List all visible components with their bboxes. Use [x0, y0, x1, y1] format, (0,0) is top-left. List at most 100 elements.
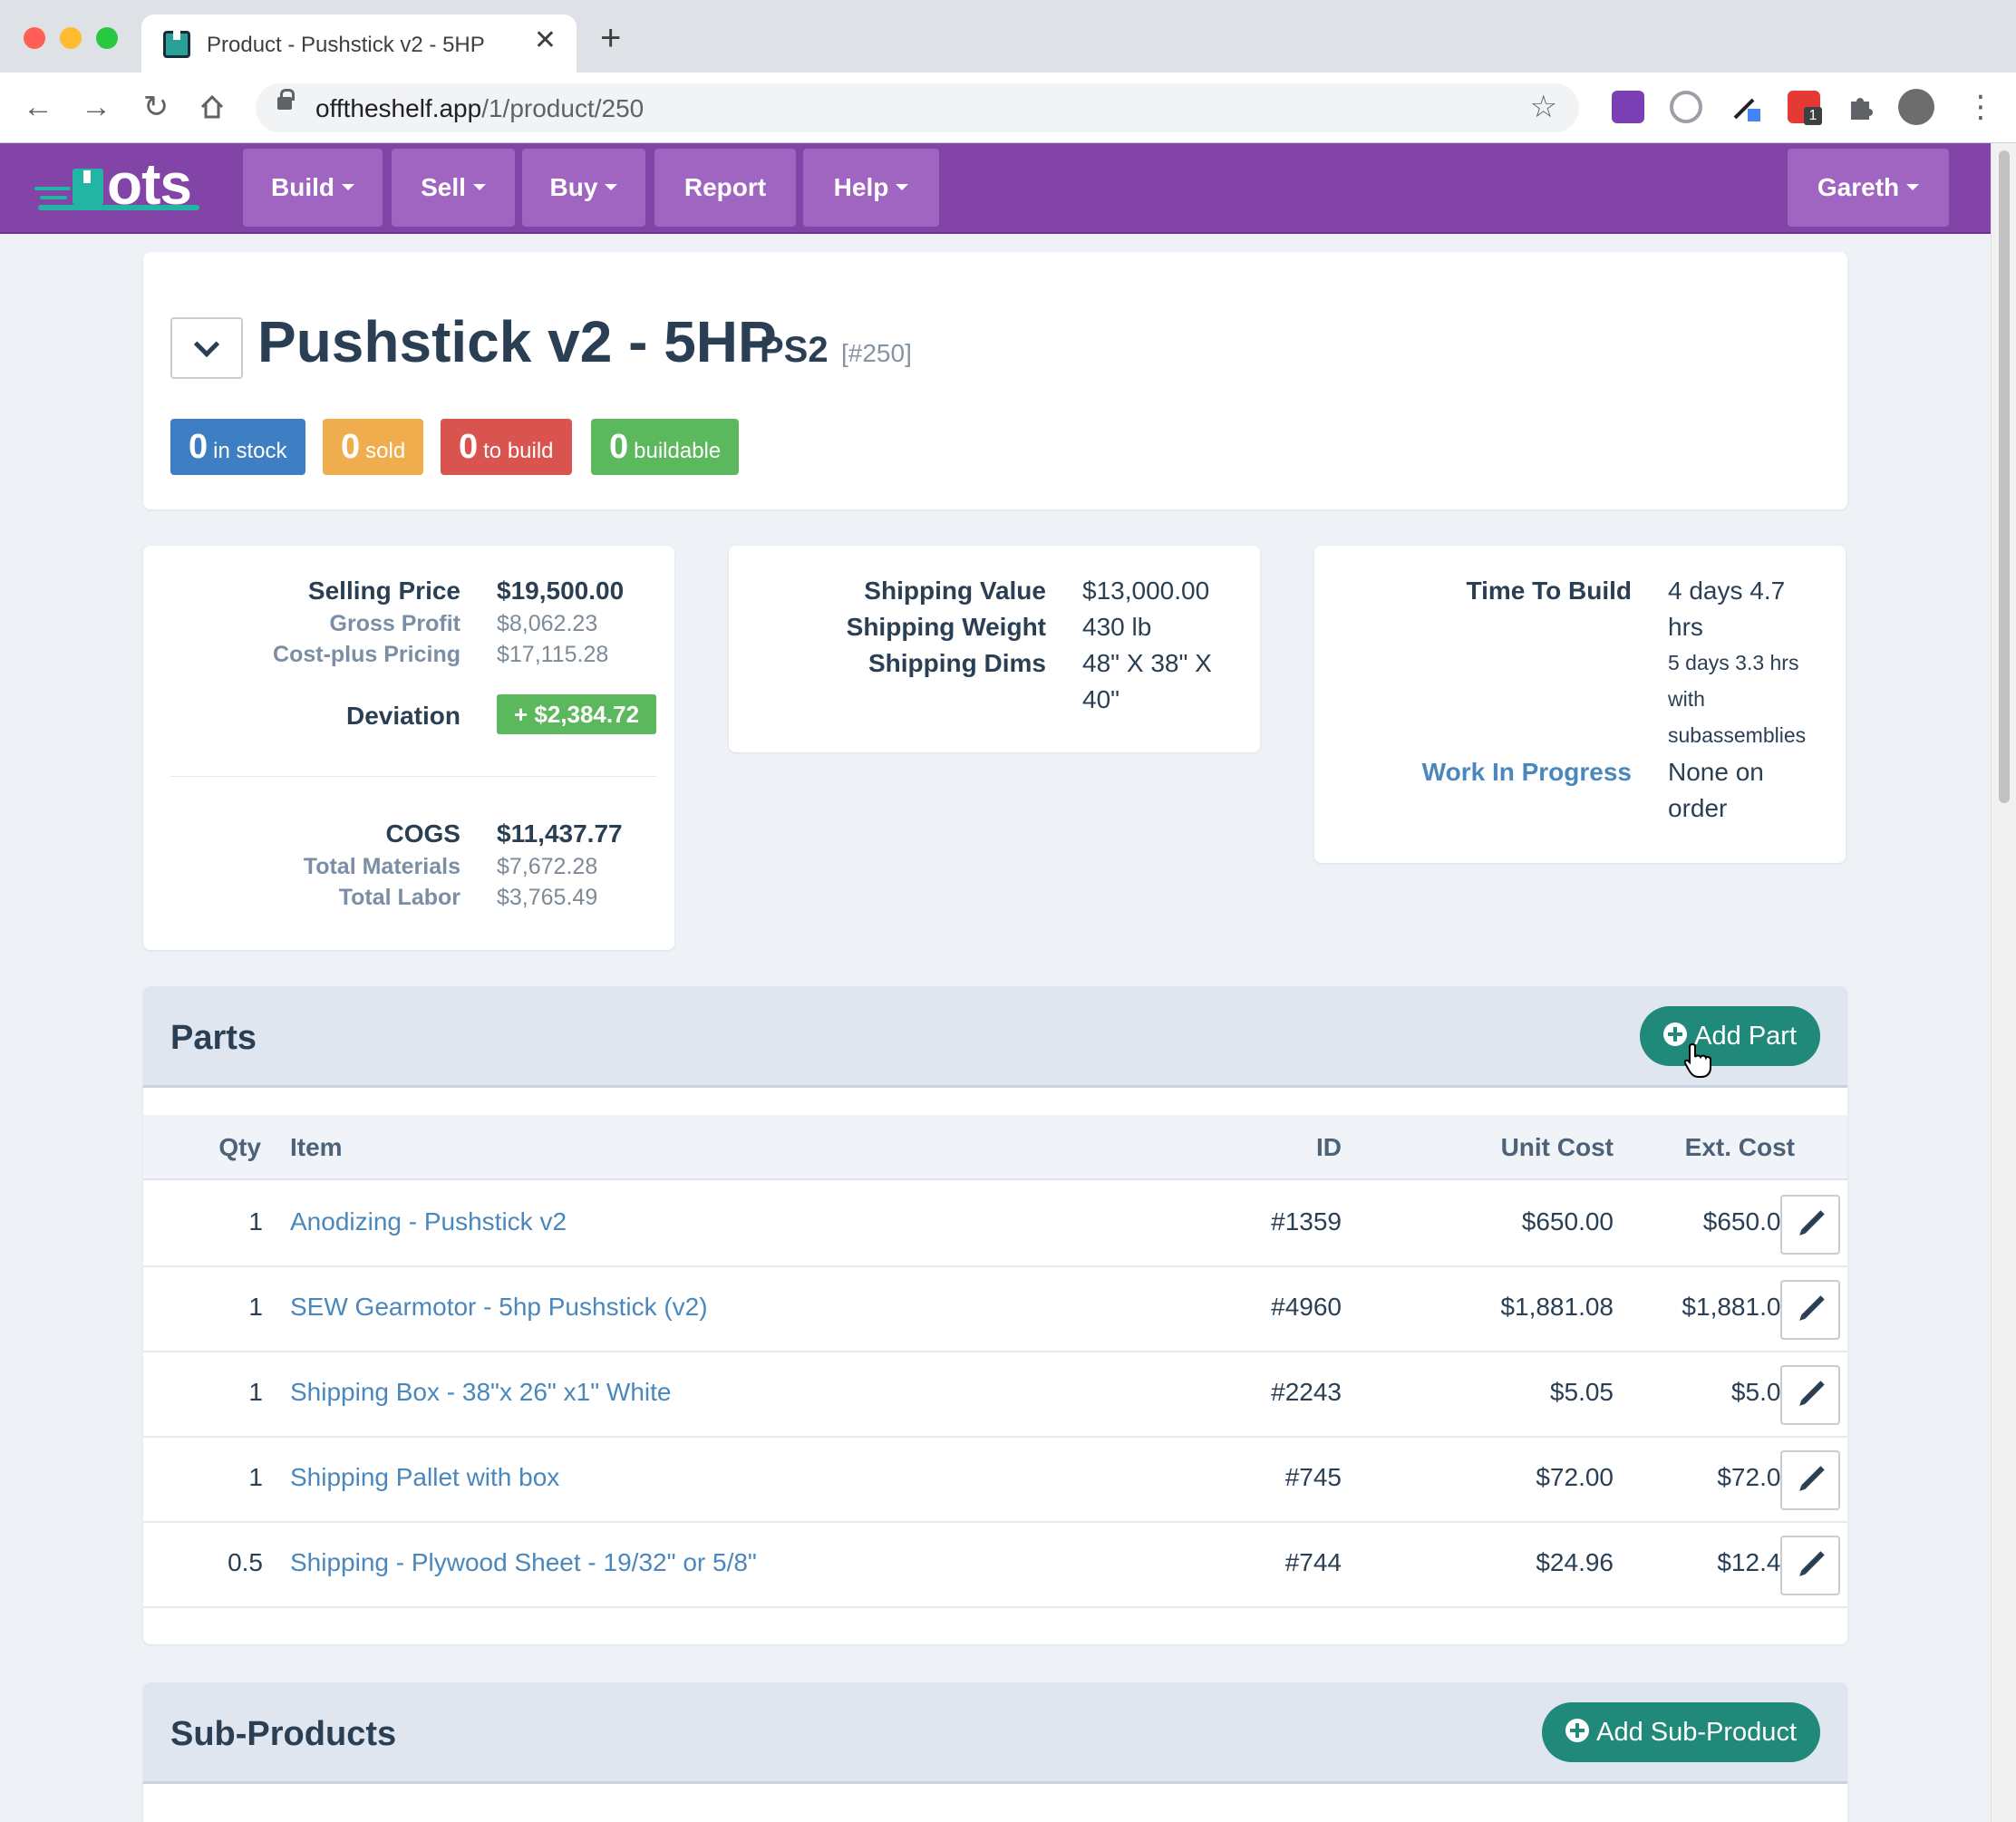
extension-circle-icon[interactable]: [1670, 91, 1702, 123]
product-sku: PS2: [760, 330, 829, 370]
cost-plus-value: $17,115.28: [497, 642, 609, 667]
add-subproduct-button[interactable]: Add Sub-Product: [1542, 1702, 1820, 1762]
nav-help-menu[interactable]: Help: [803, 149, 939, 227]
row-item-link[interactable]: Shipping Pallet with box: [290, 1463, 559, 1492]
edit-part-button[interactable]: [1780, 1280, 1840, 1340]
col-ext-cost[interactable]: Ext. Cost: [1685, 1133, 1795, 1162]
favicon-icon: [163, 31, 190, 58]
url-text: offtheshelf.app/1/product/250: [315, 94, 645, 122]
table-row: 1 Anodizing - Pushstick v2 #1359 $650.00…: [143, 1182, 1847, 1267]
caret-down-icon: [605, 184, 618, 191]
row-qty: 0.5: [228, 1548, 263, 1576]
nav-report-link[interactable]: Report: [654, 149, 796, 227]
reload-icon[interactable]: ↻: [136, 89, 176, 125]
row-item-link[interactable]: Shipping - Plywood Sheet - 19/32" or 5/8…: [290, 1548, 757, 1577]
pencil-icon: [1801, 1295, 1825, 1319]
row-id: #744: [1284, 1548, 1342, 1576]
browser-tab[interactable]: Product - Pushstick v2 - 5HP ✕: [141, 15, 577, 73]
table-row: 1 Shipping Box - 38"x 26" x1" White #224…: [143, 1352, 1847, 1438]
nav-buy-menu[interactable]: Buy: [522, 149, 645, 227]
col-unit-cost[interactable]: Unit Cost: [1501, 1133, 1614, 1162]
nav-sell-menu[interactable]: Sell: [392, 149, 515, 227]
pencil-icon: [1801, 1551, 1825, 1575]
row-unit-cost: $72.00: [1536, 1463, 1614, 1491]
page-scrollbar[interactable]: [1991, 143, 2016, 1822]
product-id: [#250]: [841, 339, 912, 367]
nav-build-menu[interactable]: Build: [243, 149, 383, 227]
time-to-build-value: 4 days 4.7: [1668, 577, 1786, 605]
row-id: #2243: [1271, 1378, 1342, 1406]
browser-menu-icon[interactable]: ⋮: [1965, 91, 1996, 123]
time-to-build-label: Time To Build: [1466, 577, 1632, 605]
lock-icon: [277, 89, 295, 110]
gross-profit-value: $8,062.23: [497, 611, 598, 636]
row-item-link[interactable]: SEW Gearmotor - 5hp Pushstick (v2): [290, 1293, 708, 1322]
extension-badge-count: 1: [1804, 107, 1822, 125]
shipping-card: Shipping Value $13,000.00 Shipping Weigh…: [729, 546, 1260, 752]
pencil-icon: [1801, 1210, 1825, 1234]
cogs-value: $11,437.77: [497, 819, 623, 848]
extensions-puzzle-icon[interactable]: [1844, 91, 1876, 123]
shipping-weight-label: Shipping Weight: [846, 613, 1046, 641]
shipping-dims-value-cont: 40": [1082, 685, 1120, 713]
bookmark-star-icon[interactable]: ☆: [1530, 89, 1557, 125]
minimize-window-button[interactable]: [60, 27, 82, 49]
col-item[interactable]: Item: [290, 1133, 343, 1162]
forward-icon[interactable]: →: [76, 89, 116, 125]
subproducts-title: Sub-Products: [170, 1715, 397, 1753]
edit-part-button[interactable]: [1780, 1195, 1840, 1255]
home-icon[interactable]: [192, 89, 232, 129]
tab-title: Product - Pushstick v2 - 5HP: [207, 33, 485, 57]
tab-close-icon[interactable]: ✕: [534, 27, 557, 54]
build-time-card: Time To Build 4 days 4.7 hrs 5 days 3.3 …: [1314, 546, 1846, 863]
edit-part-button[interactable]: [1780, 1365, 1840, 1425]
extension-badge-icon[interactable]: 1: [1788, 91, 1822, 125]
table-row: 1 SEW Gearmotor - 5hp Pushstick (v2) #49…: [143, 1267, 1847, 1352]
shipping-dims-label: Shipping Dims: [868, 649, 1046, 677]
work-in-progress-link[interactable]: Work In Progress: [1422, 758, 1632, 787]
in-stock-badge[interactable]: 0 in stock: [170, 419, 305, 475]
eyedropper-extension-icon[interactable]: [1730, 91, 1762, 123]
row-qty: 1: [248, 1293, 263, 1321]
close-window-button[interactable]: [24, 27, 45, 49]
edit-part-button[interactable]: [1780, 1450, 1840, 1510]
parts-title: Parts: [170, 1019, 257, 1057]
collapse-toggle-button[interactable]: [170, 317, 243, 379]
caret-down-icon: [896, 184, 909, 191]
col-qty[interactable]: Qty: [218, 1133, 261, 1162]
add-part-button[interactable]: Add Part: [1640, 1006, 1820, 1066]
shipping-value: $13,000.00: [1082, 577, 1210, 605]
selling-price-label: Selling Price: [307, 577, 460, 605]
pencil-icon: [1801, 1381, 1825, 1404]
url-input[interactable]: offtheshelf.app/1/product/250 ☆: [256, 83, 1579, 132]
app-navbar: ots Build Sell Buy Report Help Gareth: [0, 143, 1991, 234]
maximize-window-button[interactable]: [96, 27, 118, 49]
row-item-link[interactable]: Anodizing - Pushstick v2: [290, 1207, 567, 1236]
subassembly-time-cont2: subassemblies: [1668, 723, 1807, 747]
back-icon[interactable]: ←: [18, 89, 58, 125]
gross-profit-label: Gross Profit: [329, 611, 460, 636]
edit-part-button[interactable]: [1780, 1536, 1840, 1595]
sold-badge[interactable]: 0 sold: [323, 419, 424, 475]
scrollbar-thumb[interactable]: [1999, 150, 2010, 803]
user-menu[interactable]: Gareth: [1788, 149, 1949, 227]
onenote-extension-icon[interactable]: [1612, 91, 1644, 123]
ots-logo[interactable]: ots: [34, 151, 207, 223]
browser-tab-strip: Product - Pushstick v2 - 5HP ✕ +: [0, 0, 2016, 73]
subproducts-panel: Sub-Products Add Sub-Product: [143, 1682, 1847, 1822]
row-item-link[interactable]: Shipping Box - 38"x 26" x1" White: [290, 1378, 671, 1407]
work-in-progress-value: None on: [1668, 758, 1764, 786]
work-in-progress-value-cont: order: [1668, 794, 1728, 822]
new-tab-button[interactable]: +: [600, 20, 621, 56]
row-qty: 1: [248, 1378, 263, 1406]
buildable-badge[interactable]: 0 buildable: [591, 419, 740, 475]
profile-avatar[interactable]: [1898, 89, 1934, 125]
col-id[interactable]: ID: [1316, 1133, 1342, 1162]
to-build-badge[interactable]: 0 to build: [441, 419, 572, 475]
subassembly-time: 5 days 3.3 hrs: [1668, 651, 1799, 674]
selling-price-value: $19,500.00: [497, 577, 625, 605]
pencil-icon: [1801, 1466, 1825, 1489]
parts-table-header: Qty Item ID Unit Cost Ext. Cost: [143, 1115, 1847, 1180]
cogs-label: COGS: [385, 819, 460, 848]
deviation-badge: + $2,384.72: [497, 694, 656, 734]
